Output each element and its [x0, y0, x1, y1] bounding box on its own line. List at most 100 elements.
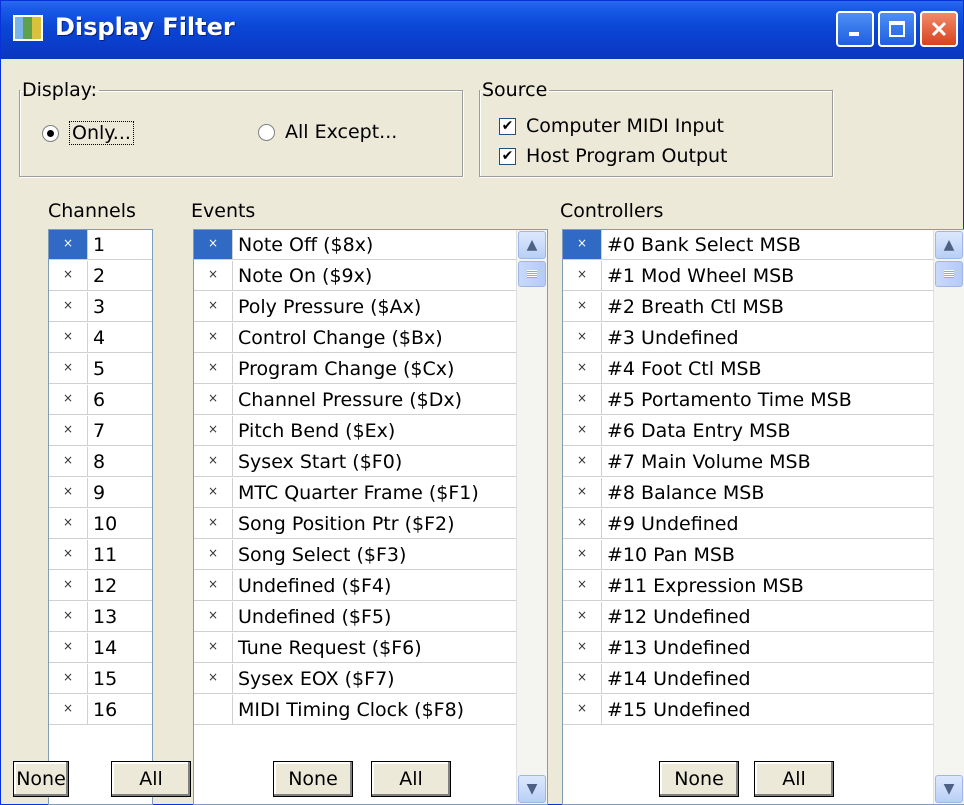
channel-row[interactable]: × 15: [49, 664, 152, 694]
row-mark-icon[interactable]: ×: [194, 571, 233, 600]
row-mark-icon[interactable]: ×: [194, 602, 233, 631]
row-mark-icon[interactable]: ×: [49, 261, 88, 290]
row-mark-icon[interactable]: ×: [563, 416, 602, 445]
row-mark-icon[interactable]: ×: [194, 509, 233, 538]
row-mark-icon[interactable]: ×: [194, 664, 233, 693]
row-mark-icon[interactable]: ×: [563, 385, 602, 414]
row-mark-icon[interactable]: ×: [563, 509, 602, 538]
row-mark-icon[interactable]: ×: [563, 447, 602, 476]
row-mark-icon[interactable]: ×: [49, 230, 88, 259]
row-mark-icon[interactable]: ×: [563, 664, 602, 693]
controllers-none-button[interactable]: None: [659, 761, 739, 797]
event-row[interactable]: × MTC Quarter Frame ($F1): [194, 478, 547, 508]
row-mark-icon[interactable]: ×: [194, 261, 233, 290]
channel-row[interactable]: × 2: [49, 261, 152, 291]
channel-row[interactable]: × 9: [49, 478, 152, 508]
row-mark-icon[interactable]: ×: [49, 385, 88, 414]
row-mark-icon[interactable]: ×: [49, 540, 88, 569]
channel-row[interactable]: × 4: [49, 323, 152, 353]
controller-row[interactable]: × #10 Pan MSB: [563, 540, 964, 570]
row-mark-icon[interactable]: ×: [194, 385, 233, 414]
row-mark-icon[interactable]: ×: [49, 323, 88, 352]
scroll-up-button[interactable]: ▲: [935, 231, 963, 259]
row-mark-icon[interactable]: ×: [49, 447, 88, 476]
channel-row[interactable]: × 1: [49, 230, 152, 260]
event-row[interactable]: × Sysex Start ($F0): [194, 447, 547, 477]
host-program-output-checkbox[interactable]: ✔ Host Program Output: [499, 145, 728, 167]
controller-row[interactable]: × #0 Bank Select MSB: [563, 230, 964, 260]
channels-none-button[interactable]: None: [13, 761, 69, 797]
controller-row[interactable]: × #1 Mod Wheel MSB: [563, 261, 964, 291]
channel-row[interactable]: × 12: [49, 571, 152, 601]
controller-row[interactable]: × #13 Undefined: [563, 633, 964, 663]
controller-row[interactable]: × #15 Undefined: [563, 695, 964, 725]
close-button[interactable]: [920, 11, 958, 47]
row-mark-icon[interactable]: ×: [194, 416, 233, 445]
event-row[interactable]: MIDI Timing Clock ($F8): [194, 695, 547, 725]
event-row[interactable]: × Sysex EOX ($F7): [194, 664, 547, 694]
event-row[interactable]: × Channel Pressure ($Dx): [194, 385, 547, 415]
scroll-down-button[interactable]: ▼: [518, 775, 546, 803]
title-bar[interactable]: Display Filter: [1, 1, 963, 59]
row-mark-icon[interactable]: ×: [194, 633, 233, 662]
channel-row[interactable]: × 3: [49, 292, 152, 322]
event-row[interactable]: × Note Off ($8x): [194, 230, 547, 260]
channel-row[interactable]: × 6: [49, 385, 152, 415]
events-all-button[interactable]: All: [371, 761, 451, 797]
row-mark-icon[interactable]: ×: [49, 633, 88, 662]
channel-row[interactable]: × 11: [49, 540, 152, 570]
channel-row[interactable]: × 10: [49, 509, 152, 539]
event-row[interactable]: × Undefined ($F4): [194, 571, 547, 601]
channel-row[interactable]: × 16: [49, 695, 152, 725]
row-mark-icon[interactable]: ×: [194, 292, 233, 321]
row-mark-icon[interactable]: ×: [563, 540, 602, 569]
row-mark-icon[interactable]: ×: [563, 602, 602, 631]
events-scrollbar[interactable]: ▲ ▼: [516, 230, 547, 804]
event-row[interactable]: × Song Select ($F3): [194, 540, 547, 570]
computer-midi-input-checkbox[interactable]: ✔ Computer MIDI Input: [499, 115, 724, 137]
minimize-button[interactable]: [836, 11, 874, 47]
scroll-up-button[interactable]: ▲: [518, 231, 546, 259]
event-row[interactable]: × Program Change ($Cx): [194, 354, 547, 384]
channel-row[interactable]: × 14: [49, 633, 152, 663]
row-mark-icon[interactable]: ×: [49, 571, 88, 600]
row-mark-icon[interactable]: ×: [194, 478, 233, 507]
row-mark-icon[interactable]: ×: [49, 292, 88, 321]
channel-row[interactable]: × 7: [49, 416, 152, 446]
row-mark-icon[interactable]: ×: [194, 230, 233, 259]
controllers-all-button[interactable]: All: [754, 761, 834, 797]
controller-row[interactable]: × #14 Undefined: [563, 664, 964, 694]
scroll-thumb[interactable]: [518, 261, 546, 287]
row-mark-icon[interactable]: ×: [49, 509, 88, 538]
controllers-list[interactable]: × #15 Undefined × #14 Undefined × #13 Undefin…: [562, 229, 964, 805]
row-mark-icon[interactable]: ×: [563, 695, 602, 724]
row-mark-icon[interactable]: ×: [194, 447, 233, 476]
scroll-down-button[interactable]: ▼: [935, 775, 963, 803]
row-mark-icon[interactable]: ×: [563, 261, 602, 290]
channel-row[interactable]: × 5: [49, 354, 152, 384]
events-list[interactable]: MIDI Timing Clock ($F8) × Sysex EOX ($F7) ×…: [193, 229, 548, 805]
controller-row[interactable]: × #2 Breath Ctl MSB: [563, 292, 964, 322]
row-mark-icon[interactable]: ×: [563, 571, 602, 600]
controller-row[interactable]: × #11 Expression MSB: [563, 571, 964, 601]
row-mark-icon[interactable]: ×: [49, 695, 88, 724]
event-row[interactable]: × Control Change ($Bx): [194, 323, 547, 353]
scroll-thumb[interactable]: [935, 261, 963, 287]
row-mark-icon[interactable]: ×: [563, 478, 602, 507]
controller-row[interactable]: × #4 Foot Ctl MSB: [563, 354, 964, 384]
channel-row[interactable]: × 13: [49, 602, 152, 632]
event-row[interactable]: × Tune Request ($F6): [194, 633, 547, 663]
row-mark-icon[interactable]: ×: [49, 416, 88, 445]
row-mark-icon[interactable]: ×: [563, 292, 602, 321]
row-mark-icon[interactable]: ×: [194, 354, 233, 383]
row-mark-icon[interactable]: ×: [49, 478, 88, 507]
channels-list[interactable]: × 16 × 15 × 14 × 13 × 12 × 11 × 10 × 9 × 8 × 7 × 6 × 5 × 4 × 3 × 2 × 1: [48, 229, 153, 805]
app-icon[interactable]: [13, 15, 43, 41]
event-row[interactable]: × Song Position Ptr ($F2): [194, 509, 547, 539]
event-row[interactable]: × Note On ($9x): [194, 261, 547, 291]
event-row[interactable]: × Pitch Bend ($Ex): [194, 416, 547, 446]
channels-all-button[interactable]: All: [111, 761, 191, 797]
row-mark-icon[interactable]: ×: [563, 230, 602, 259]
controller-row[interactable]: × #7 Main Volume MSB: [563, 447, 964, 477]
events-none-button[interactable]: None: [273, 761, 353, 797]
